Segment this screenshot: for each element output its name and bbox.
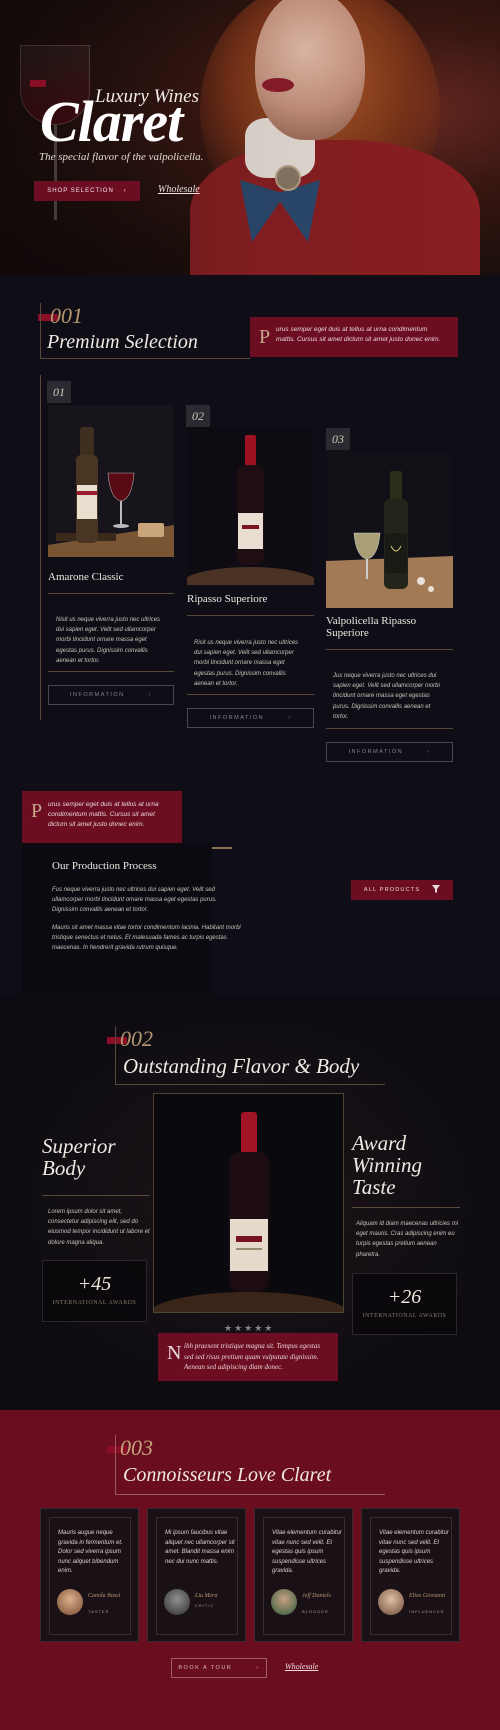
avatar <box>164 1589 190 1615</box>
filter-icon <box>432 885 441 895</box>
all-products-label: ALL PRODUCTS <box>363 887 421 893</box>
information-button[interactable]: INFORMATION › <box>326 742 453 762</box>
shop-selection-button[interactable]: SHOP SELECTION › <box>34 181 140 201</box>
featured-bottle-image <box>153 1093 344 1313</box>
hero-subtitle: Luxury Wines <box>95 86 199 107</box>
arrow-right-icon: › <box>427 749 431 755</box>
wholesale-link[interactable]: Wholesale <box>158 184 200 195</box>
review-text: Vitae elementum curabitur vitae nunc sed… <box>379 1530 449 1575</box>
awards-label: INTERNATIONAL AWARDS <box>52 1300 137 1306</box>
avatar <box>271 1589 297 1615</box>
superior-body-text: Lorem ipsum dolor sit amet, consectetur … <box>48 1209 150 1246</box>
process-callout-text: urus semper eget duis at tellus at urna … <box>48 801 159 828</box>
wine-name: Amarone Classic <box>48 571 124 583</box>
arrow-right-icon: › <box>256 1665 260 1671</box>
section-title: Premium Selection <box>47 331 198 353</box>
wholesale-link[interactable]: Wholesale <box>285 1662 318 1671</box>
process-paragraph: Fus neque viverra justo nec ultrices dui… <box>52 887 217 914</box>
drop-cap: P <box>259 326 271 348</box>
award-winning-heading: Award Winning Taste <box>352 1131 423 1200</box>
awards-count: +45 <box>77 1273 112 1295</box>
flavor-section: 002 Outstanding Flavor & Body Superior B… <box>0 995 500 1410</box>
shop-selection-label: SHOP SELECTION <box>47 188 114 194</box>
superior-body-heading: Superior Body <box>42 1134 116 1181</box>
wine-image-valpolicella <box>326 451 453 608</box>
process-paragraph: Mauris sit amet massa vitae tortor condi… <box>52 925 241 952</box>
avatar <box>57 1589 83 1615</box>
section-number: 001 <box>50 303 83 328</box>
review-card: Mi ipsum faucibus vitae aliquet nec ulla… <box>147 1508 246 1642</box>
reviewer-role: TASTER <box>88 1609 110 1614</box>
reviewer-role: INFLUENCER <box>409 1609 445 1614</box>
review-card: Vitae elementum curabitur vitae nunc sed… <box>254 1508 353 1642</box>
hero-tagline: The special flavor of the valpolicella. <box>39 151 204 163</box>
reviewer-name: Liu Mera <box>195 1593 218 1599</box>
wine-description: Jus neque viverra justo nec ultrices dui… <box>333 673 440 720</box>
awards-label: INTERNATIONAL AWARDS <box>362 1313 447 1319</box>
arrow-right-icon: › <box>288 715 292 721</box>
reviewer-name: Jeff Daniels <box>302 1593 331 1599</box>
review-card: Vitae elementum curabitur vitae nunc sed… <box>361 1508 460 1642</box>
review-text: Mauris augue neque gravida in fermentum … <box>58 1530 123 1575</box>
wine-description: Risit us neque viverra justo nec ultrice… <box>194 640 299 687</box>
avatar <box>378 1589 404 1615</box>
process-title: Our Production Process <box>52 860 157 872</box>
awards-count: +26 <box>387 1286 422 1308</box>
drop-cap: P <box>31 800 43 822</box>
drop-cap: N <box>167 1342 182 1364</box>
wine-image-ripasso <box>187 427 314 585</box>
quote-callout: N ibh praesent tristique magna sit. Temp… <box>158 1333 338 1381</box>
review-card: Mauris augue neque gravida in fermentum … <box>40 1508 139 1642</box>
reviewer-role: CRITIC <box>195 1603 215 1608</box>
reviewer-role: BLOGGER <box>302 1609 329 1614</box>
review-text: Mi ipsum faucibus vitae aliquet nec ulla… <box>165 1530 235 1565</box>
arrow-right-icon: › <box>123 188 127 194</box>
intro-callout-text: urus semper eget duis at tellus at urna … <box>276 326 441 343</box>
all-products-button[interactable]: ALL PRODUCTS <box>351 880 453 900</box>
awards-stat-box: +45 INTERNATIONAL AWARDS <box>42 1260 147 1322</box>
review-text: Vitae elementum curabitur vitae nunc sed… <box>272 1530 342 1575</box>
intro-callout: P urus semper eget duis at tellus at urn… <box>250 317 458 357</box>
premium-selection-section: 001 Premium Selection P urus semper eget… <box>0 275 500 995</box>
book-a-tour-button[interactable]: BOOK A TOUR › <box>171 1658 267 1678</box>
card-number: 02 <box>186 405 210 427</box>
arrow-right-icon: › <box>148 692 152 698</box>
card-number: 01 <box>47 381 71 403</box>
quote-text: ibh praesent tristique magna sit. Tempus… <box>184 1342 321 1371</box>
reviewer-name: Camila Bassi <box>88 1593 121 1599</box>
information-button[interactable]: INFORMATION › <box>48 685 174 705</box>
reviews-section: 003 Connoisseurs Love Claret Mauris augu… <box>0 1410 500 1730</box>
wine-name: Ripasso Superiore <box>187 593 268 605</box>
reviewer-name: Elios Giovanni <box>409 1593 446 1599</box>
awards-stat-box: +26 INTERNATIONAL AWARDS <box>352 1273 457 1335</box>
section-number: 003 <box>120 1435 153 1460</box>
section-title: Outstanding Flavor & Body <box>123 1054 360 1078</box>
hero-section: Claret Luxury Wines The special flavor o… <box>0 0 500 275</box>
accent-bar <box>30 80 46 87</box>
card-number: 03 <box>326 428 350 450</box>
information-label: INFORMATION <box>209 715 265 721</box>
wine-name: Valpolicella Ripasso Superiore <box>326 615 417 640</box>
information-button[interactable]: INFORMATION › <box>187 708 314 728</box>
wine-image-amarone <box>48 405 174 557</box>
wine-description: Nisit us neque viverra justo nec ultrice… <box>56 617 161 664</box>
book-a-tour-label: BOOK A TOUR <box>178 1665 233 1671</box>
section-title: Connoisseurs Love Claret <box>123 1464 332 1486</box>
section-number: 002 <box>120 1026 153 1051</box>
process-callout: P urus semper eget duis at tellus at urn… <box>22 791 182 843</box>
award-winning-text: Aliquam id diam maecenas ultricies mi eg… <box>356 1221 459 1258</box>
information-label: INFORMATION <box>70 692 125 698</box>
information-label: INFORMATION <box>348 749 404 755</box>
